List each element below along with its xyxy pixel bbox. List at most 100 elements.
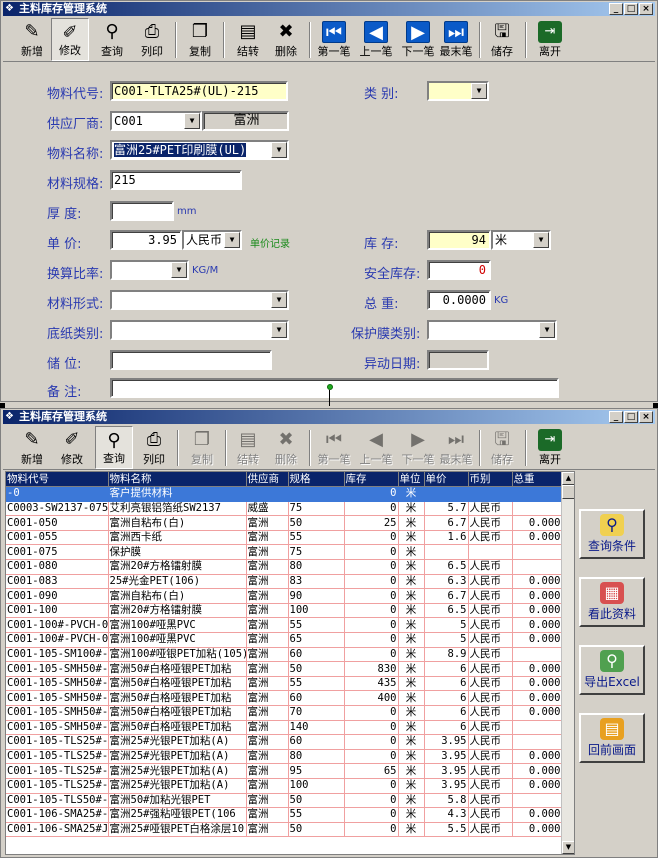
- chevron-down-icon[interactable]: ▼: [171, 262, 187, 278]
- edit-button[interactable]: ✐ 修改: [51, 18, 89, 61]
- query-button[interactable]: ⚲ 查询: [95, 426, 133, 469]
- paper-type-select[interactable]: ▼: [110, 320, 289, 340]
- column-header[interactable]: 单位: [398, 472, 425, 488]
- chevron-down-icon[interactable]: ▼: [533, 232, 549, 248]
- minimize-button[interactable]: _: [609, 411, 623, 423]
- table-row[interactable]: C001-105-SM100#-0 富洲100#哑银PET加粘(105) 富洲 60 0…: [6, 647, 563, 663]
- table-row[interactable]: C001-105-TLS25#-0 富洲25#光银PET加粘(A) 富洲 60 0 米 3.…: [6, 734, 563, 750]
- chevron-down-icon[interactable]: ▼: [271, 142, 287, 158]
- vertical-scrollbar[interactable]: ▲ ▼: [561, 472, 574, 854]
- safe-stock-input[interactable]: 0: [427, 260, 491, 280]
- price-input[interactable]: 3.95: [110, 230, 182, 250]
- film-type-select[interactable]: ▼: [427, 320, 557, 340]
- new-button[interactable]: ✎ 新增: [13, 18, 51, 61]
- chevron-down-icon[interactable]: ▼: [271, 292, 287, 308]
- table-row[interactable]: C001-050 富洲自粘布(白) 富洲 50 25 米 6.7 人民币 0.000: [6, 515, 563, 531]
- next-record-button[interactable]: ▶ 下一笔: [399, 426, 437, 469]
- save-button[interactable]: 🖫 储存: [483, 18, 521, 61]
- chevron-down-icon[interactable]: ▼: [224, 232, 240, 248]
- note-input[interactable]: [110, 378, 559, 398]
- table-row[interactable]: C001-083 25#光金PET(106) 富洲 83 0 米 6.3 人民币 0.000: [6, 574, 563, 590]
- table-row[interactable]: C001-105-TLS25#-0 富洲25#光银PET加粘(A) 富洲 80 0 米 3.…: [6, 749, 563, 765]
- first-record-button[interactable]: ⏮ 第一笔: [315, 426, 353, 469]
- maximize-button[interactable]: □: [624, 411, 638, 423]
- delete-button[interactable]: ✖ 删除: [267, 18, 305, 61]
- exit-button[interactable]: ⇥ 离开: [531, 426, 569, 469]
- stock-unit-select[interactable]: 米 ▼: [491, 230, 551, 250]
- thickness-input[interactable]: [110, 201, 174, 221]
- connector-handle[interactable]: [327, 384, 333, 390]
- price-record-link[interactable]: 单价记录: [250, 235, 290, 250]
- stock-input[interactable]: 94: [427, 230, 491, 250]
- column-header[interactable]: 库存: [344, 472, 399, 488]
- first-record-button[interactable]: ⏮ 第一笔: [315, 18, 353, 61]
- table-row[interactable]: C001-105-SMH50#-1 富洲50#白格哑银PET加粘 富洲 140 0 米 6 人…: [6, 720, 563, 736]
- table-row[interactable]: C001-055 富洲西卡纸 富洲 55 0 米 1.6 人民币 0.000: [6, 530, 563, 546]
- column-header[interactable]: 物料代号: [6, 472, 109, 488]
- prev-record-button[interactable]: ◀ 上一笔: [357, 18, 395, 61]
- material-form-select[interactable]: ▼: [110, 290, 289, 310]
- table-row[interactable]: C001-105-TLS50#-5 富洲50#加粘光银PET 富洲 50 0 米 5.8 人民…: [6, 793, 563, 809]
- carryover-button[interactable]: ▤ 结转: [229, 18, 267, 61]
- location-input[interactable]: [110, 350, 272, 370]
- delete-button[interactable]: ✖ 删除: [267, 426, 305, 469]
- code-input[interactable]: C001-TLTA25#(UL)-215: [110, 81, 288, 101]
- table-row[interactable]: C001-075 保护膜 富洲 75 0 米: [6, 544, 563, 561]
- last-record-button[interactable]: ⏭ 最末笔: [437, 18, 475, 61]
- exit-button[interactable]: ⇥ 离开: [531, 18, 569, 61]
- prev-record-button[interactable]: ◀ 上一笔: [357, 426, 395, 469]
- close-button[interactable]: ×: [639, 411, 653, 423]
- chevron-down-icon[interactable]: ▼: [471, 83, 487, 99]
- export-excel-button[interactable]: ⚲ 导出Excel: [579, 645, 645, 695]
- table-row[interactable]: C0003-SW2137-075 艾利亮银铝箔纸SW2137 威盛 75 0 米 5.7 人民…: [6, 501, 563, 517]
- table-row[interactable]: C001-105-SMH50#-0 富洲50#白格哑银PET加粘 富洲 50 830 米 6…: [6, 661, 563, 677]
- table-row[interactable]: -0 客户提供材料 0 米: [6, 486, 563, 502]
- chevron-down-icon[interactable]: ▼: [539, 322, 555, 338]
- copy-button[interactable]: ❐ 复制: [181, 18, 219, 61]
- weight-input[interactable]: 0.0000: [427, 290, 491, 310]
- scroll-thumb[interactable]: [562, 485, 574, 499]
- last-record-button[interactable]: ⏭ 最末笔: [437, 426, 475, 469]
- print-button[interactable]: ⎙ 列印: [135, 426, 173, 469]
- save-button[interactable]: 🖫 储存: [483, 426, 521, 469]
- table-row[interactable]: C001-105-TLS25#-0 富洲25#光银PET加粘(A) 富洲 95 65 米 3…: [6, 763, 563, 779]
- minimize-button[interactable]: _: [609, 3, 623, 15]
- column-header[interactable]: 总重: [512, 472, 563, 488]
- next-record-button[interactable]: ▶ 下一笔: [399, 18, 437, 61]
- print-button[interactable]: ⎙ 列印: [133, 18, 171, 61]
- column-header[interactable]: 单价: [424, 472, 469, 488]
- view-record-button[interactable]: ▦ 看此资料: [579, 577, 645, 627]
- table-row[interactable]: C001-090 富洲自粘布(白) 富洲 90 0 米 6.7 人民币 0.000: [6, 588, 563, 604]
- table-row[interactable]: C001-105-SMH50#-0 富洲50#白格哑银PET加粘 富洲 55 435 米 6…: [6, 676, 563, 692]
- new-button[interactable]: ✎ 新增: [13, 426, 51, 469]
- table-row[interactable]: C001-100#-PVCH-05 富洲100#哑黑PVC 富洲 55 0 米 5 人民币 0.…: [6, 617, 563, 634]
- supplier-select[interactable]: C001 ▼: [110, 111, 202, 131]
- chevron-down-icon[interactable]: ▼: [271, 322, 287, 338]
- table-row[interactable]: C001-105-SMH50#-0 富洲50#白格哑银PET加粘 富洲 60 400 米 6…: [6, 690, 563, 706]
- table-row[interactable]: C001-106-SMA25#J- 富洲25#哑银PET白格涂层10 富洲 50 0 米 5…: [6, 822, 563, 838]
- table-row[interactable]: C001-100 富洲20#方格镭射膜 富洲 100 0 米 6.5 人民币 0.000: [6, 603, 563, 619]
- query-button[interactable]: ⚲ 查询: [93, 18, 131, 61]
- table-row[interactable]: C001-106-SMA25#-0 富洲25#强粘哑银PET(106 富洲 55 0 米 4…: [6, 807, 563, 823]
- maximize-button[interactable]: □: [624, 3, 638, 15]
- column-header[interactable]: 币别: [468, 472, 513, 488]
- back-screen-button[interactable]: ▤ 回前画面: [579, 713, 645, 763]
- edit-button[interactable]: ✐ 修改: [53, 426, 91, 469]
- table-row[interactable]: C001-080 富洲20#方格镭射膜 富洲 80 0 米 6.5 人民币: [6, 559, 563, 575]
- currency-select[interactable]: 人民币 ▼: [182, 230, 242, 250]
- close-button[interactable]: ×: [639, 3, 653, 15]
- chevron-down-icon[interactable]: ▼: [184, 113, 200, 129]
- copy-button[interactable]: ❐ 复制: [183, 426, 221, 469]
- column-header[interactable]: 供应商: [246, 472, 289, 488]
- name-select[interactable]: 富洲25#PET印刷膜(UL) ▼: [110, 140, 289, 160]
- query-conditions-button[interactable]: ⚲ 查询条件: [579, 509, 645, 559]
- table-row[interactable]: C001-105-SMH50#-0 富洲50#白格哑银PET加粘 富洲 70 0 米 6 人民…: [6, 705, 563, 721]
- scroll-up-icon[interactable]: ▲: [562, 472, 574, 485]
- table-row[interactable]: C001-100#-PVCH-06 富洲100#哑黑PVC 富洲 65 0 米 5 人民币 0.…: [6, 632, 563, 648]
- spec-input[interactable]: 215: [110, 170, 242, 190]
- carryover-button[interactable]: ▤ 结转: [229, 426, 267, 469]
- column-header[interactable]: 物料名称: [108, 472, 247, 488]
- type-select[interactable]: ▼: [427, 81, 489, 101]
- rate-select[interactable]: ▼: [110, 260, 189, 280]
- table-row[interactable]: C001-105-TLS25#-1 富洲25#光银PET加粘(A) 富洲 100 0 米 3…: [6, 778, 563, 794]
